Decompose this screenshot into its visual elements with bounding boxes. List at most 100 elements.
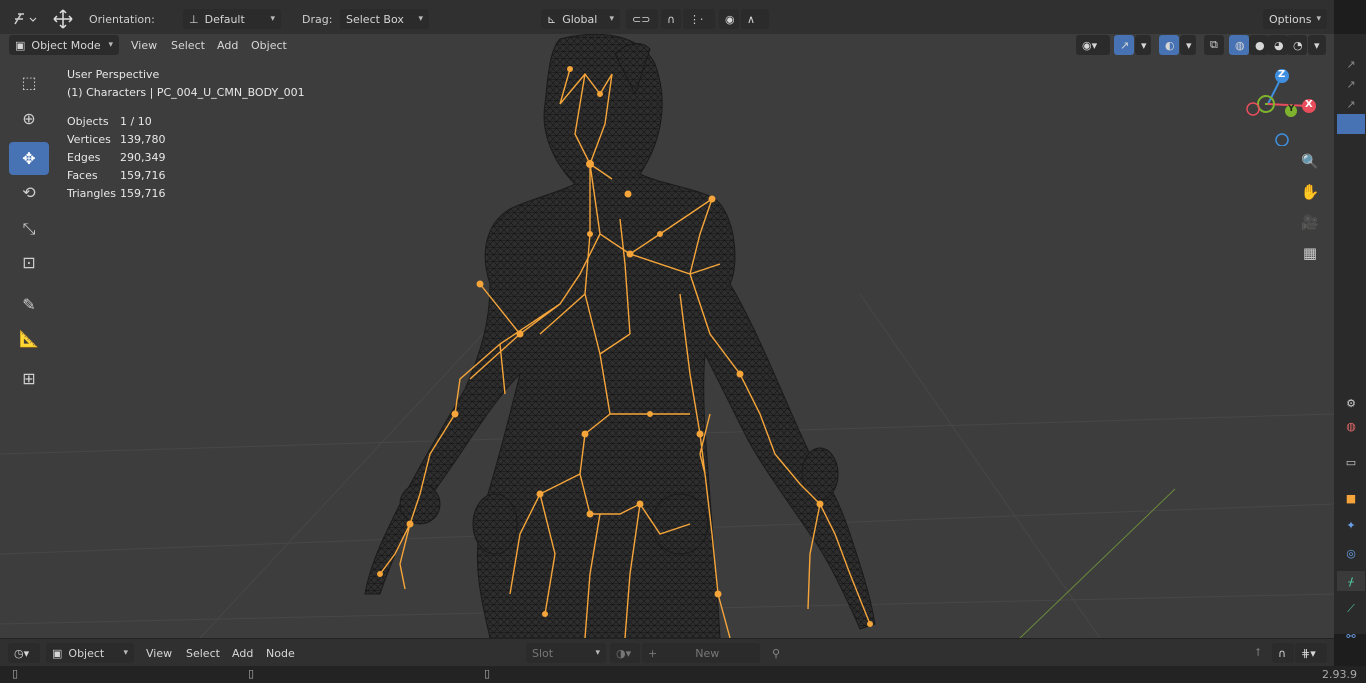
menu-view[interactable]: View [131, 39, 157, 52]
options-dropdown[interactable]: Options ▾ [1263, 9, 1327, 29]
pin-button[interactable]: ⚲ [766, 644, 786, 662]
transform-tool[interactable]: ⊡ [9, 246, 49, 279]
chevron-down-icon: ▾ [123, 648, 128, 658]
camera-view-button[interactable]: 🎥 [1297, 210, 1323, 236]
sidebar-tab[interactable]: ↗ [1337, 54, 1365, 74]
pivot-point-dropdown[interactable]: ⊂⊃ [626, 9, 658, 29]
chevron-down-icon: ▾ [418, 14, 423, 24]
gizmo-icon: ↗ [1120, 38, 1130, 52]
xray-toggle[interactable]: ⧉ [1204, 35, 1224, 55]
tool-settings-icon: ⚙ [1346, 396, 1356, 410]
rotate-tool[interactable]: ⟲ [9, 176, 49, 209]
transform-icon: ⊡ [22, 253, 36, 272]
hand-icon: ✋ [1300, 183, 1320, 201]
shading-material[interactable]: ◕ [1268, 35, 1288, 55]
move-tool[interactable]: ✥ [9, 142, 49, 175]
annotate-tool[interactable]: ✎ [9, 288, 49, 321]
overlays-dropdown[interactable]: ▾ [1180, 35, 1196, 55]
shading-dropdown[interactable]: ▾ [1308, 35, 1326, 55]
snap-toggle[interactable]: ∩ [661, 9, 681, 29]
snap-target-dropdown[interactable]: ⋮⋅ [683, 9, 715, 29]
orientation-axis-icon: ⊥ [189, 12, 199, 26]
shader-type-value: Object [68, 646, 105, 660]
properties-armature-tab[interactable]: ᚋ [1337, 571, 1365, 591]
scale-tool[interactable]: ⤡ [9, 212, 49, 245]
move-tool-icon[interactable] [50, 8, 76, 30]
falloff-dropdown[interactable]: ∧ [741, 9, 769, 29]
mode-dropdown[interactable]: ▣ Object Mode ▾ [9, 35, 119, 55]
select-box-tool[interactable]: ⬚ [9, 66, 49, 99]
shader-type-dropdown[interactable]: ▣ Object ▾ [46, 643, 134, 663]
sidebar-tab[interactable]: ↗ [1337, 94, 1365, 114]
orientation-dropdown[interactable]: ⊥ Default ▾ [183, 9, 281, 29]
plus-icon: + [648, 646, 658, 660]
shading-solid[interactable]: ● [1249, 35, 1269, 55]
stat-value: 1 / 10 [120, 115, 152, 128]
overlays-toggle[interactable]: ◐ [1159, 35, 1179, 55]
drag-dropdown[interactable]: Select Box ▾ [340, 9, 429, 29]
wireframe-sphere-icon: ◍ [1235, 38, 1245, 52]
tool-shelf: ⬚ ⊕ ✥ ⟲ ⤡ ⊡ ✎ 📐 ⊞ [9, 66, 49, 396]
zoom-button[interactable]: 🔍 [1297, 149, 1323, 175]
properties-constraint-tab[interactable]: ⚯ [1337, 626, 1365, 646]
gizmo-dropdown[interactable]: ▾ [1135, 35, 1151, 55]
stat-label: Objects [67, 115, 109, 128]
material-browse-dropdown[interactable]: ◑▾ [610, 643, 640, 663]
menu-select[interactable]: Select [171, 39, 205, 52]
shading-wireframe[interactable]: ◍ [1229, 35, 1249, 55]
stat-label: Triangles [67, 187, 116, 200]
properties-tool-tab[interactable]: ⚙ [1337, 393, 1365, 413]
perspective-toggle-button[interactable]: ▦ [1297, 240, 1323, 266]
camera-icon: 🎥 [1301, 215, 1319, 231]
gizmo-toggle[interactable]: ↗ [1114, 35, 1134, 55]
menu-object[interactable]: Object [251, 39, 287, 52]
properties-object-tab[interactable]: ■ [1337, 488, 1365, 508]
proportional-edit-toggle[interactable]: ◉ [719, 9, 739, 29]
properties-collection-tab[interactable]: ▭ [1337, 452, 1365, 472]
new-label: New [695, 646, 720, 660]
transform-space-dropdown[interactable]: ⊾ Global ▾ [541, 9, 620, 29]
sidebar-tab[interactable]: ↗ [1337, 74, 1365, 94]
cursor-tool[interactable]: ⊕ [9, 102, 49, 135]
modifier-icon: ✦ [1346, 518, 1356, 532]
sidebar-tab-active[interactable] [1337, 114, 1365, 134]
properties-modifier-tab[interactable]: ✦ [1337, 515, 1365, 535]
add-cube-tool[interactable]: ⊞ [9, 362, 49, 395]
editor-type-dropdown[interactable]: ◷▾ [8, 643, 40, 663]
magnet-icon: ∩ [1278, 646, 1287, 660]
3d-viewport[interactable] [0, 34, 1334, 638]
properties-physics-tab[interactable]: ◎ [1337, 543, 1365, 563]
object-mode-icon: ▣ [15, 38, 26, 52]
menu-view[interactable]: View [146, 647, 172, 660]
snap-toggle[interactable]: ∩ [1272, 643, 1294, 663]
pivot-icon: ⊂⊃ [632, 12, 651, 26]
stat-value: 159,716 [120, 169, 166, 182]
menu-add[interactable]: Add [232, 647, 253, 660]
properties-bone-tab[interactable]: ⟋ [1337, 599, 1365, 619]
menu-select[interactable]: Select [186, 647, 220, 660]
falloff-curve-icon: ∧ [747, 12, 756, 26]
stat-value: 290,349 [120, 151, 166, 164]
visibility-dropdown[interactable]: ◉▾ [1076, 35, 1110, 55]
editor-type-icon[interactable] [10, 8, 40, 30]
shading-rendered[interactable]: ◔ [1287, 35, 1307, 55]
snap-element-dropdown[interactable]: ⋕▾ [1295, 643, 1327, 663]
properties-world-tab[interactable]: ◍ [1337, 416, 1365, 436]
new-material-button[interactable]: + New [642, 643, 760, 663]
mouse-left-icon: ▯ [12, 667, 19, 680]
menu-node[interactable]: Node [266, 647, 295, 660]
chevron-down-icon: ▾ [1314, 38, 1320, 52]
constraint-icon: ⚯ [1346, 629, 1356, 643]
chevron-down-icon: ▾ [609, 14, 614, 24]
version-label: 2.93.9 [1322, 668, 1357, 681]
menu-add[interactable]: Add [217, 39, 238, 52]
cursor-icon: ⊕ [22, 109, 36, 128]
ruler-icon: 📐 [19, 329, 39, 348]
measure-tool[interactable]: 📐 [9, 322, 49, 355]
snap-grid-icon: ⋕▾ [1301, 646, 1316, 660]
zoom-icon: 🔍 [1301, 154, 1319, 170]
slot-dropdown[interactable]: Slot ▾ [526, 643, 606, 663]
chevron-down-icon: ▾ [595, 648, 600, 658]
parent-node-tree-button[interactable]: ⭡ [1248, 644, 1268, 662]
pan-button[interactable]: ✋ [1297, 179, 1323, 205]
